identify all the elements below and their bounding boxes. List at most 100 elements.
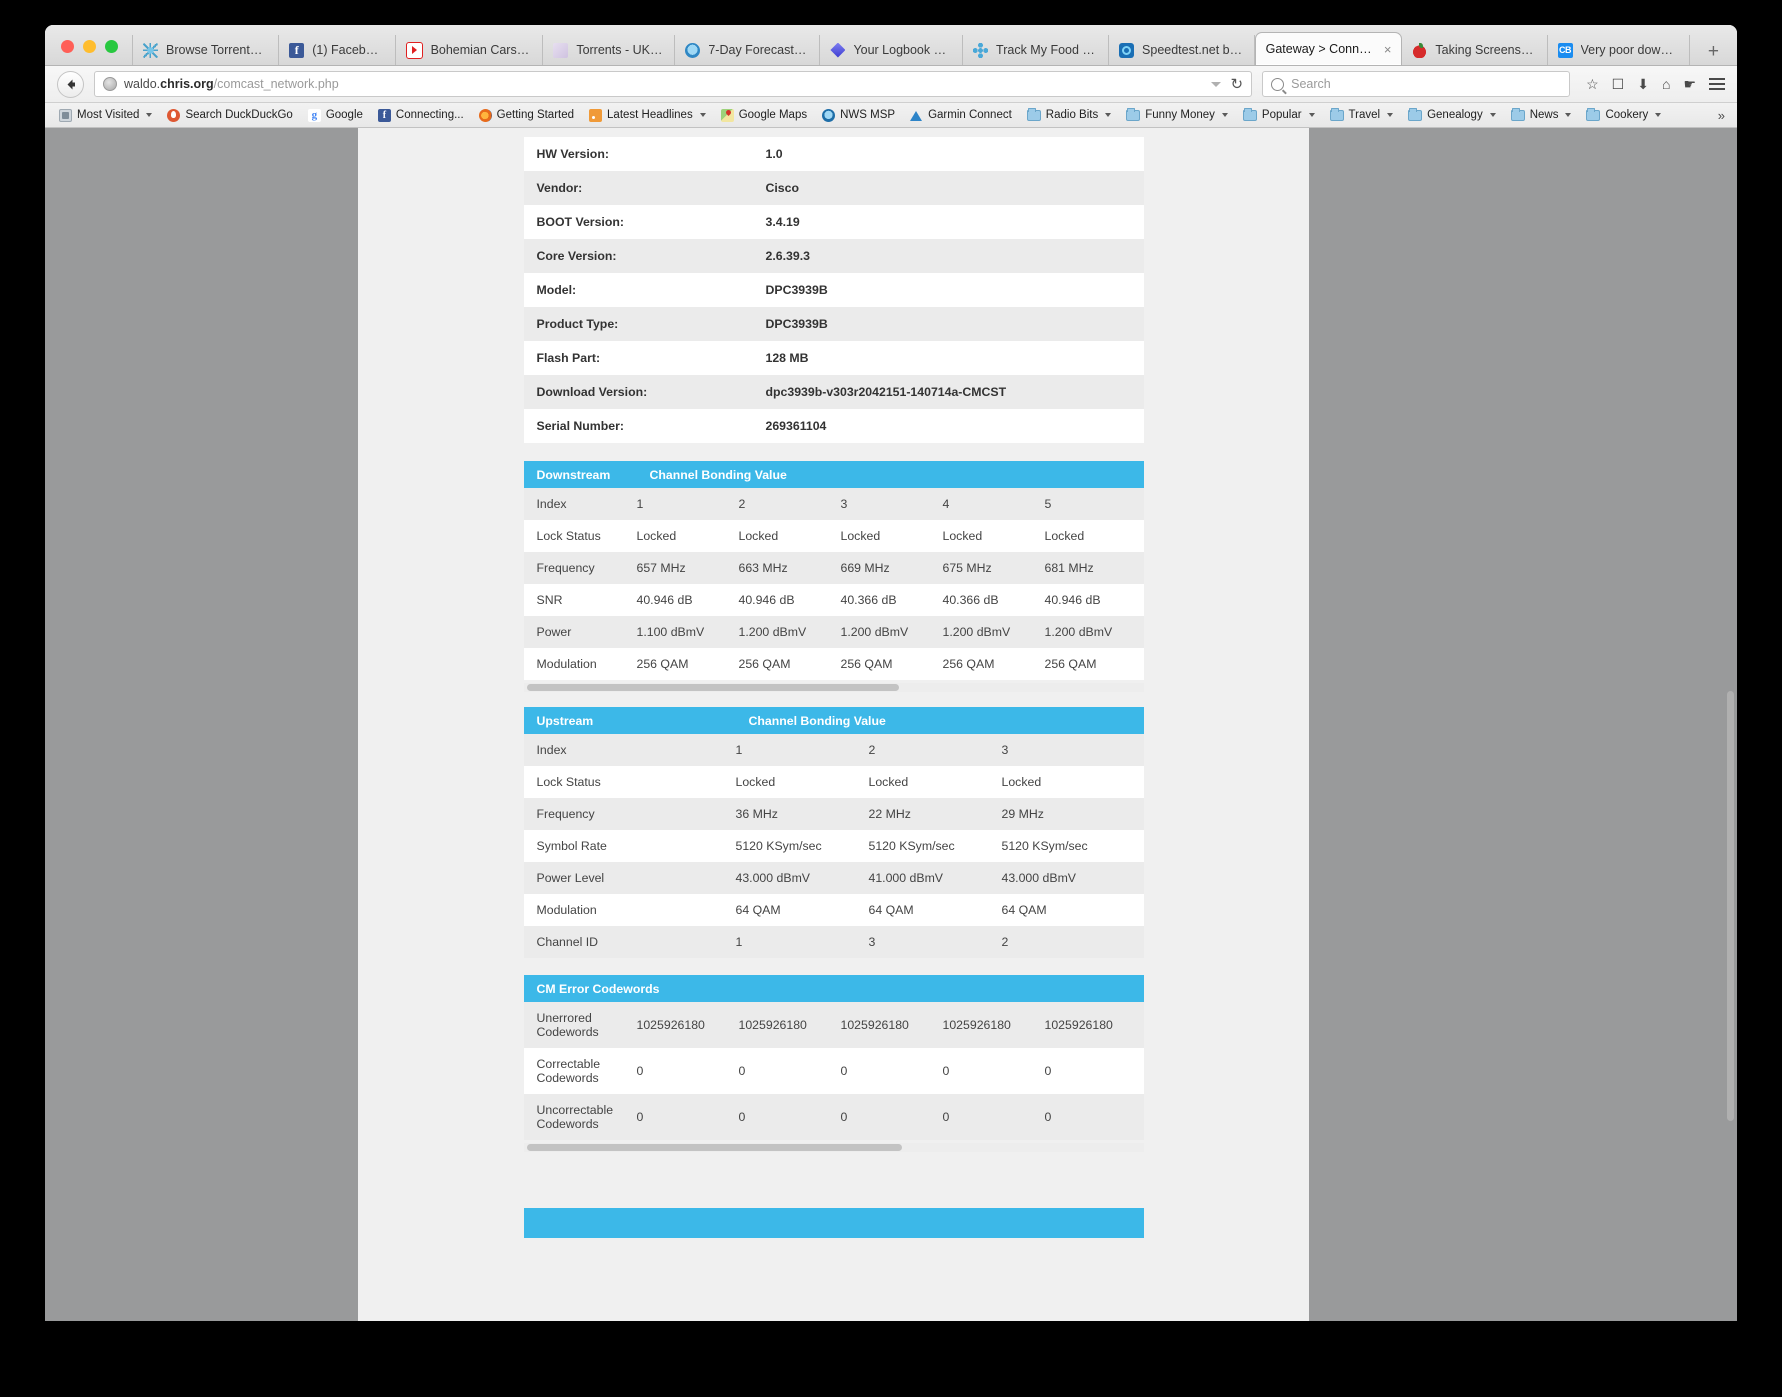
bookmark-label: Most Visited (77, 109, 140, 121)
cell: 0 (1044, 1064, 1052, 1078)
page-footer-bar (523, 1208, 1144, 1238)
cell: 1025926180 (738, 1002, 841, 1048)
table-row: Lock Status Locked Locked Locked Locked … (524, 520, 1144, 552)
bookmark-folder[interactable]: Funny Money (1120, 107, 1234, 123)
browser-tab[interactable]: 7-Day Forecast f... (675, 35, 821, 65)
new-tab-button[interactable]: + (1690, 42, 1737, 65)
table-row: Correctable Codewords 0 0 0 0 0 (524, 1048, 1144, 1094)
upstream-title: Upstream (536, 713, 594, 728)
bookmark-folder[interactable]: Popular (1237, 107, 1321, 123)
bookmarks-overflow-icon[interactable]: » (1718, 108, 1729, 123)
bookmark-label: Google (325, 109, 363, 121)
close-window-button[interactable] (61, 40, 74, 53)
window-controls (45, 40, 132, 65)
bookmark-item[interactable]: f Connecting... (372, 107, 470, 124)
folder-icon (1242, 107, 1257, 121)
search-input[interactable]: Search (1262, 71, 1571, 97)
tab-label: Bohemian Carso... (430, 43, 533, 57)
bookmark-item[interactable]: Garmin Connect (904, 107, 1018, 124)
page-vertical-scrollbar[interactable] (1724, 128, 1737, 1321)
bookmark-folder[interactable]: Radio Bits (1021, 107, 1117, 123)
duckduckgo-icon (167, 108, 181, 122)
home-icon[interactable]: ⌂ (1662, 77, 1670, 91)
table-row: Index 1 2 3 4 5 (523, 488, 1144, 520)
cell: 4 (942, 488, 1045, 520)
browser-tab[interactable]: Browse Torrents ... (132, 35, 280, 65)
tab-label: Speedtest.net by... (1142, 43, 1244, 57)
cell: Locked (1001, 775, 1042, 789)
address-bar-actions: ↻ (1210, 75, 1244, 93)
logbook-icon (830, 42, 846, 58)
table-row: Product Type: DPC3939B (523, 307, 1144, 341)
cell: 0 (942, 1094, 1045, 1140)
bookmark-item[interactable]: Most Visited (53, 107, 158, 124)
close-icon[interactable]: × (1384, 43, 1392, 56)
chevron-down-icon[interactable] (1210, 81, 1221, 87)
bookmark-label: Getting Started (496, 109, 575, 121)
menu-icon[interactable] (1709, 78, 1725, 90)
pocket-icon[interactable]: ☛ (1683, 77, 1696, 91)
bookmark-item[interactable]: Getting Started (473, 107, 580, 124)
browser-tab[interactable]: Torrents - UKN3 (543, 35, 676, 65)
cell: 1.200 dBmV (840, 616, 943, 648)
info-key: HW Version: (536, 147, 609, 161)
cell: 40.946 dB (738, 593, 795, 607)
chevron-down-icon (1387, 113, 1394, 117)
browser-tab[interactable]: f (1) Facebook (279, 35, 396, 65)
browser-tab[interactable]: Bohemian Carso... (396, 35, 544, 65)
bookmark-folder[interactable]: Genealogy (1402, 107, 1502, 123)
cell: 1.200 dBmV (942, 616, 1045, 648)
browser-tab[interactable]: Speedtest.net by... (1109, 35, 1255, 65)
back-button[interactable] (57, 70, 84, 98)
chevron-down-icon (1105, 113, 1112, 117)
upstream-subtitle: Channel Bonding Value (748, 713, 886, 728)
cell: 43.000 dBmV (1001, 862, 1144, 894)
info-value: 269361104 (765, 419, 827, 433)
bookmark-item[interactable]: NWS MSP (816, 107, 901, 124)
cell: 256 QAM (738, 657, 791, 671)
bookmark-item[interactable]: Latest Headlines (583, 107, 712, 124)
bookmark-label: Google Maps (738, 109, 808, 121)
row-label: Power Level (523, 862, 736, 894)
browser-tab[interactable]: Taking Screensh... (1402, 35, 1548, 65)
bookmark-folder[interactable]: Travel (1324, 107, 1400, 123)
address-bar[interactable]: waldo.chris.org/comcast_network.php ↻ (94, 71, 1253, 97)
bookmark-item[interactable]: Google Maps (715, 107, 813, 124)
minimize-window-button[interactable] (83, 40, 96, 53)
cell: 1.200 dBmV (738, 616, 841, 648)
zoom-window-button[interactable] (105, 40, 118, 53)
bookmark-item[interactable]: g Google (302, 107, 369, 124)
cm-error-codewords-panel: CM Error Codewords Unerrored Codewords 1… (523, 975, 1144, 1140)
page-viewport: HW Version: 1.0 Vendor: Cisco BOOT Versi… (45, 128, 1737, 1321)
bookmark-folder[interactable]: News (1505, 107, 1578, 123)
tab-label: 7-Day Forecast f... (708, 43, 810, 57)
bookmark-label: Search DuckDuckGo (185, 109, 293, 121)
cell: 256 QAM (840, 657, 893, 671)
browser-tab[interactable]: CB Very poor downl... (1548, 35, 1690, 65)
table-row: Serial Number: 269361104 (524, 409, 1144, 443)
cell: Locked (942, 529, 983, 543)
downstream-horizontal-scrollbar[interactable] (523, 683, 1144, 692)
info-value: 2.6.39.3 (752, 239, 1144, 273)
cell: 40.946 dB (1044, 593, 1101, 607)
browser-tab-active[interactable]: Gateway > Conne... × (1254, 32, 1403, 65)
bookmark-folder[interactable]: Cookery (1580, 107, 1667, 123)
cell: 1 (735, 734, 869, 766)
cell: 675 MHz (942, 552, 1045, 584)
navigation-toolbar: waldo.chris.org/comcast_network.php ↻ Se… (45, 66, 1737, 103)
browser-tab[interactable]: Track My Food o... (963, 35, 1110, 65)
bookmark-star-icon[interactable]: ☆ (1586, 77, 1599, 91)
cell: 0 (840, 1064, 848, 1078)
info-value: 3.4.19 (765, 215, 800, 229)
downstream-table: Index 1 2 3 4 5 Lock Status Locked Locke… (523, 488, 1144, 680)
bookmark-item[interactable]: Search DuckDuckGo (161, 107, 298, 124)
codewords-horizontal-scrollbar[interactable] (523, 1143, 1144, 1152)
reader-icon[interactable]: ☐ (1612, 77, 1625, 91)
browser-tab[interactable]: Your Logbook Q... (820, 35, 964, 65)
cell: 41.000 dBmV (868, 862, 1002, 894)
url-path: /comcast_network.php (213, 77, 339, 91)
info-key: BOOT Version: (536, 215, 624, 229)
reload-icon[interactable]: ↻ (1231, 75, 1244, 93)
downloads-icon[interactable]: ⬇ (1637, 77, 1649, 91)
row-label: Correctable Codewords (536, 1057, 601, 1085)
